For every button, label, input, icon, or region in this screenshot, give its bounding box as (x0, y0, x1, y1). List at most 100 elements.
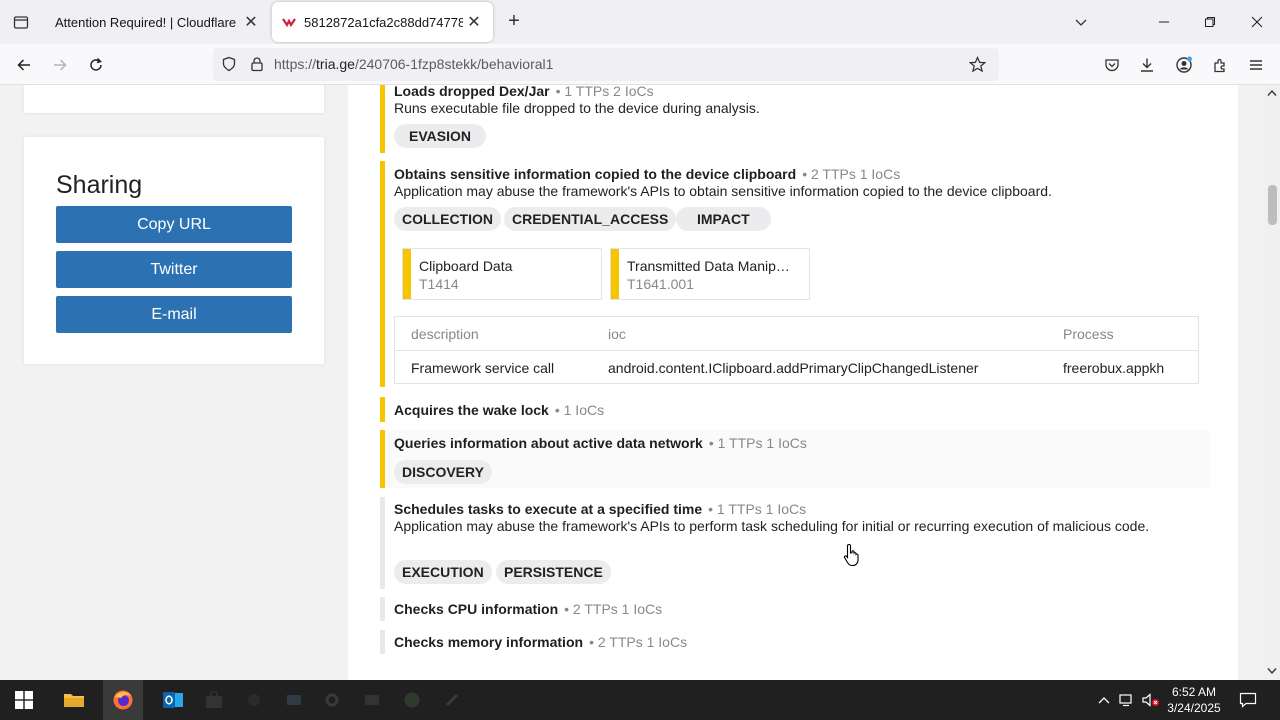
notification-center-icon[interactable] (1228, 680, 1268, 720)
ttp-id: T1414 (419, 276, 459, 292)
list-all-tabs-chevron-icon[interactable] (1058, 0, 1104, 44)
file-explorer-icon[interactable] (54, 680, 94, 720)
extensions-icon[interactable] (1206, 51, 1234, 79)
url-text: https://tria.ge/240706-1fzp8stekk/behavi… (274, 56, 553, 72)
signature-item[interactable]: Schedules tasks to execute at a specifie… (380, 497, 1210, 589)
signature-meta: • 2 TTPs 1 IoCs (802, 166, 901, 182)
close-icon[interactable]: ✕ (240, 11, 262, 33)
signature-item[interactable]: Loads dropped Dex/Jar • 1 TTPs 2 IoCs Run… (380, 85, 1210, 153)
ioc-table: description ioc Process Framework servic… (394, 316, 1199, 384)
severity-bar (380, 430, 385, 488)
tag-execution[interactable]: EXECUTION (394, 560, 492, 584)
signature-meta: • 1 IoCs (554, 402, 605, 418)
url-path: /240706-1fzp8stekk/behavioral1 (354, 56, 554, 72)
ttp-card[interactable]: Transmitted Data Manip… T1641.001 (610, 248, 810, 300)
signature-name: Checks memory information (394, 634, 584, 650)
minimize-icon[interactable] (1141, 0, 1187, 44)
tab-list-icon[interactable] (0, 0, 42, 44)
bookmark-star-icon[interactable] (969, 56, 986, 73)
windows-start-icon[interactable] (4, 680, 44, 720)
store-icon[interactable] (194, 680, 234, 720)
signature-item[interactable]: Checks CPU information • 2 TTPs 1 IoCs (380, 597, 1210, 621)
taskbar-clock[interactable]: 6:52 AM 3/24/2025 (1164, 684, 1224, 716)
column-header-ioc: ioc (608, 326, 626, 342)
signature-item[interactable]: Acquires the wake lock • 1 IoCs (380, 397, 1210, 422)
severity-bar (380, 397, 385, 422)
table-cell-description: Framework service call (411, 360, 555, 376)
pocket-icon[interactable] (1098, 51, 1126, 79)
severity-bar (380, 85, 385, 153)
severity-bar (380, 497, 385, 589)
taskbar-app-icon[interactable] (432, 680, 472, 720)
signature-meta: • 1 TTPs 1 IoCs (708, 501, 807, 517)
scroll-thumb[interactable] (1268, 185, 1277, 225)
outlook-icon[interactable] (153, 680, 193, 720)
tab-cloudflare[interactable]: Attention Required! | Cloudflare ✕ (44, 2, 270, 42)
sidebar-card-top (24, 85, 324, 113)
signature-header: Checks CPU information • 2 TTPs 1 IoCs (394, 601, 662, 617)
new-tab-icon[interactable]: + (503, 11, 525, 33)
tag-persistence[interactable]: PERSISTENCE (496, 560, 611, 584)
email-button[interactable]: E-mail (56, 296, 292, 333)
severity-bar (380, 161, 385, 387)
triage-favicon-icon (282, 18, 296, 28)
shield-icon[interactable] (221, 56, 237, 72)
tag-evasion[interactable]: EVASION (394, 124, 486, 148)
downloads-icon[interactable] (1133, 51, 1161, 79)
settings-gear-icon[interactable] (312, 680, 352, 720)
taskbar-app-icon[interactable] (234, 680, 274, 720)
severity-bar (380, 630, 385, 654)
account-icon[interactable] (1170, 51, 1198, 79)
lock-icon[interactable] (249, 56, 265, 72)
restore-icon[interactable] (1187, 0, 1233, 44)
signature-meta: • 2 TTPs 1 IoCs (564, 601, 663, 617)
signature-header: Schedules tasks to execute at a specifie… (394, 501, 806, 517)
clock-date: 3/24/2025 (1167, 701, 1221, 715)
signature-description: Application may abuse the framework's AP… (394, 518, 1150, 534)
page-scrollbar[interactable] (1264, 85, 1280, 680)
twitter-button[interactable]: Twitter (56, 251, 292, 288)
tag-collection[interactable]: COLLECTION (394, 207, 501, 231)
signature-item[interactable]: Checks memory information • 2 TTPs 1 IoCs (380, 630, 1210, 654)
copy-url-button[interactable]: Copy URL (56, 206, 292, 243)
scroll-down-arrow-icon[interactable] (1267, 667, 1277, 675)
sharing-card: Sharing Copy URL Twitter E-mail (24, 137, 324, 364)
tag-impact[interactable]: IMPACT (676, 207, 771, 231)
menu-hamburger-icon[interactable] (1242, 51, 1270, 79)
close-window-icon[interactable] (1234, 0, 1280, 44)
back-arrow-icon[interactable] (10, 51, 38, 79)
forward-arrow-icon[interactable] (46, 51, 74, 79)
table-cell-ioc: android.content.IClipboard.addPrimaryCli… (608, 360, 979, 376)
ttp-stripe (611, 249, 619, 299)
reload-icon[interactable] (82, 51, 110, 79)
signature-name: Schedules tasks to execute at a specifie… (394, 501, 703, 517)
signature-name: Obtains sensitive information copied to … (394, 166, 797, 182)
firefox-icon[interactable] (103, 680, 143, 720)
ttp-card[interactable]: Clipboard Data T1414 (402, 248, 602, 300)
tag-credential-access[interactable]: CREDENTIAL_ACCESS (504, 207, 677, 231)
signature-meta: • 1 TTPs 2 IoCs (555, 85, 654, 99)
address-bar[interactable]: https://tria.ge/240706-1fzp8stekk/behavi… (213, 48, 999, 81)
url-host: tria.ge (316, 56, 355, 72)
tab-active[interactable]: 5812872a1cfa2c88dd7477881e… ✕ (272, 2, 493, 42)
close-icon[interactable]: ✕ (463, 11, 485, 33)
signature-item[interactable]: Queries information about active data ne… (380, 430, 1210, 488)
tab-title: 5812872a1cfa2c88dd7477881e… (304, 14, 463, 30)
ttp-name: Transmitted Data Manip… (627, 258, 790, 274)
column-header-description: description (411, 326, 479, 342)
tag-discovery[interactable]: DISCOVERY (394, 460, 492, 484)
signature-name: Queries information about active data ne… (394, 435, 703, 451)
signature-name: Checks CPU information (394, 601, 559, 617)
taskbar-app-icon[interactable] (274, 680, 314, 720)
signature-header: Acquires the wake lock • 1 IoCs (394, 402, 604, 418)
ttp-name: Clipboard Data (419, 258, 513, 274)
severity-bar (380, 597, 385, 621)
signature-name: Acquires the wake lock (394, 402, 549, 418)
scroll-up-arrow-icon[interactable] (1267, 89, 1277, 97)
page-viewport: Sharing Copy URL Twitter E-mail Loads dr… (0, 85, 1264, 680)
signature-name: Loads dropped Dex/Jar (394, 85, 550, 99)
taskbar-app-icon[interactable] (352, 680, 392, 720)
ttp-id: T1641.001 (627, 276, 694, 292)
signature-header: Loads dropped Dex/Jar • 1 TTPs 2 IoCs (394, 85, 654, 99)
chrome-icon[interactable] (392, 680, 432, 720)
